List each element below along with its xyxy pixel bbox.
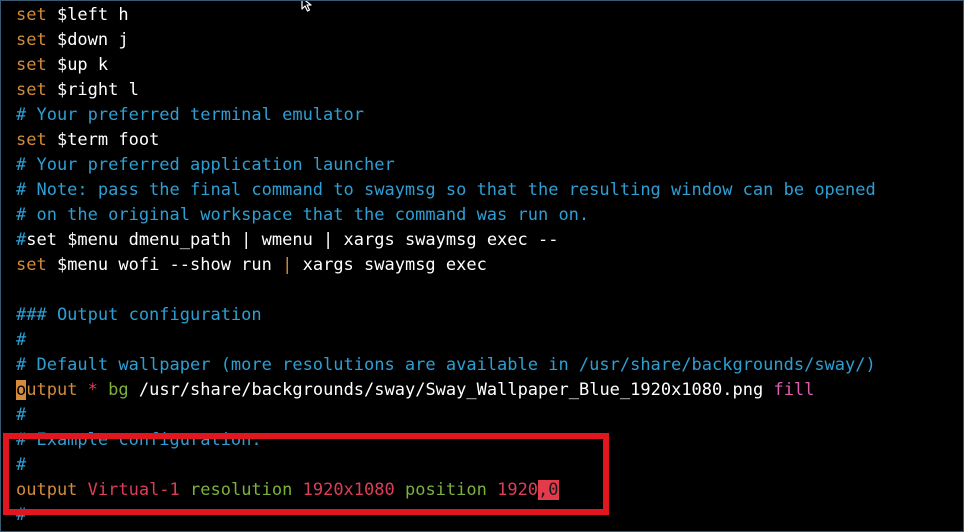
keyword: set bbox=[16, 255, 47, 275]
comment-hash: # bbox=[16, 230, 27, 250]
code-editor[interactable]: set $left h set $down j set $up k set $r… bbox=[16, 3, 963, 528]
comment-text: # bbox=[16, 505, 27, 525]
code-text: $up k bbox=[46, 55, 109, 75]
code-line: # Your preferred terminal emulator bbox=[16, 103, 963, 128]
code-line: # Example configuration: bbox=[16, 428, 963, 453]
option-keyword: position bbox=[394, 480, 487, 500]
code-line: # Note: pass the final command to swayms… bbox=[16, 178, 963, 203]
mouse-pointer-icon bbox=[301, 1, 312, 12]
keyword: set bbox=[16, 30, 47, 50]
code-line: set $term foot bbox=[16, 128, 963, 153]
search-highlight: , bbox=[538, 480, 549, 500]
resolution-value: 1920x1080 bbox=[292, 480, 395, 500]
search-highlight: 0 bbox=[548, 480, 559, 500]
code-line: set $right l bbox=[16, 78, 963, 103]
keyword: output bbox=[16, 480, 78, 500]
keyword: set bbox=[16, 80, 47, 100]
comment-text: # Your preferred terminal emulator bbox=[16, 105, 364, 125]
code-text: $down j bbox=[46, 30, 129, 50]
output-name: Virtual-1 bbox=[77, 480, 180, 500]
comment-text: # bbox=[16, 405, 27, 425]
code-line: # Default wallpaper (more resolutions ar… bbox=[16, 353, 963, 378]
keyword: set bbox=[16, 5, 47, 25]
comment-text: # on the original workspace that the com… bbox=[16, 205, 590, 225]
comment-text: # bbox=[16, 455, 27, 475]
comment-text: ### Output configuration bbox=[16, 305, 262, 325]
code-text: $right l bbox=[46, 80, 139, 100]
comment-text: # Default wallpaper (more resolutions ar… bbox=[16, 355, 876, 375]
code-line: output Virtual-1 resolution 1920x1080 po… bbox=[16, 478, 963, 503]
code-line: ### Output configuration bbox=[16, 303, 963, 328]
comment-text: # Note: pass the final command to swayms… bbox=[16, 180, 876, 200]
text-cursor: o bbox=[16, 380, 27, 400]
code-line: set $left h bbox=[16, 3, 963, 28]
position-x-value: 1920 bbox=[486, 480, 539, 500]
pipe-operator: | bbox=[282, 255, 293, 275]
terminal-window[interactable]: set $left h set $down j set $up k set $r… bbox=[0, 0, 964, 532]
code-line: # bbox=[16, 403, 963, 428]
keyword: utput bbox=[26, 380, 78, 400]
option-keyword: resolution bbox=[179, 480, 293, 500]
wildcard-operator: * bbox=[77, 380, 109, 400]
code-line: set $menu wofi --show run | xargs swayms… bbox=[16, 253, 963, 278]
code-text: $menu wofi --show run bbox=[46, 255, 283, 275]
code-line: output * bg /usr/share/backgrounds/sway/… bbox=[16, 378, 963, 403]
option-keyword: bg bbox=[108, 380, 129, 400]
keyword: set bbox=[16, 130, 47, 150]
code-line: #set $menu dmenu_path | wmenu | xargs sw… bbox=[16, 228, 963, 253]
file-extension: .png bbox=[722, 380, 764, 400]
code-line: set $down j bbox=[16, 28, 963, 53]
code-line: # Your preferred application launcher bbox=[16, 153, 963, 178]
file-path: /usr/share/backgrounds/sway/Sway_Wallpap… bbox=[128, 380, 723, 400]
code-line: # bbox=[16, 328, 963, 353]
code-line: set $up k bbox=[16, 53, 963, 78]
comment-text: # Your preferred application launcher bbox=[16, 155, 395, 175]
comment-text: # bbox=[16, 330, 27, 350]
code-line: # on the original workspace that the com… bbox=[16, 203, 963, 228]
code-line: # bbox=[16, 453, 963, 478]
option-value: fill bbox=[763, 380, 815, 400]
code-text: $term foot bbox=[46, 130, 160, 150]
code-text: xargs swaymsg exec bbox=[292, 255, 487, 275]
code-text: set $menu dmenu_path | wmenu | xargs swa… bbox=[26, 230, 559, 250]
code-line: # bbox=[16, 503, 963, 528]
keyword: set bbox=[16, 55, 47, 75]
comment-text: # Example configuration: bbox=[16, 430, 262, 450]
code-text: $left h bbox=[46, 5, 129, 25]
